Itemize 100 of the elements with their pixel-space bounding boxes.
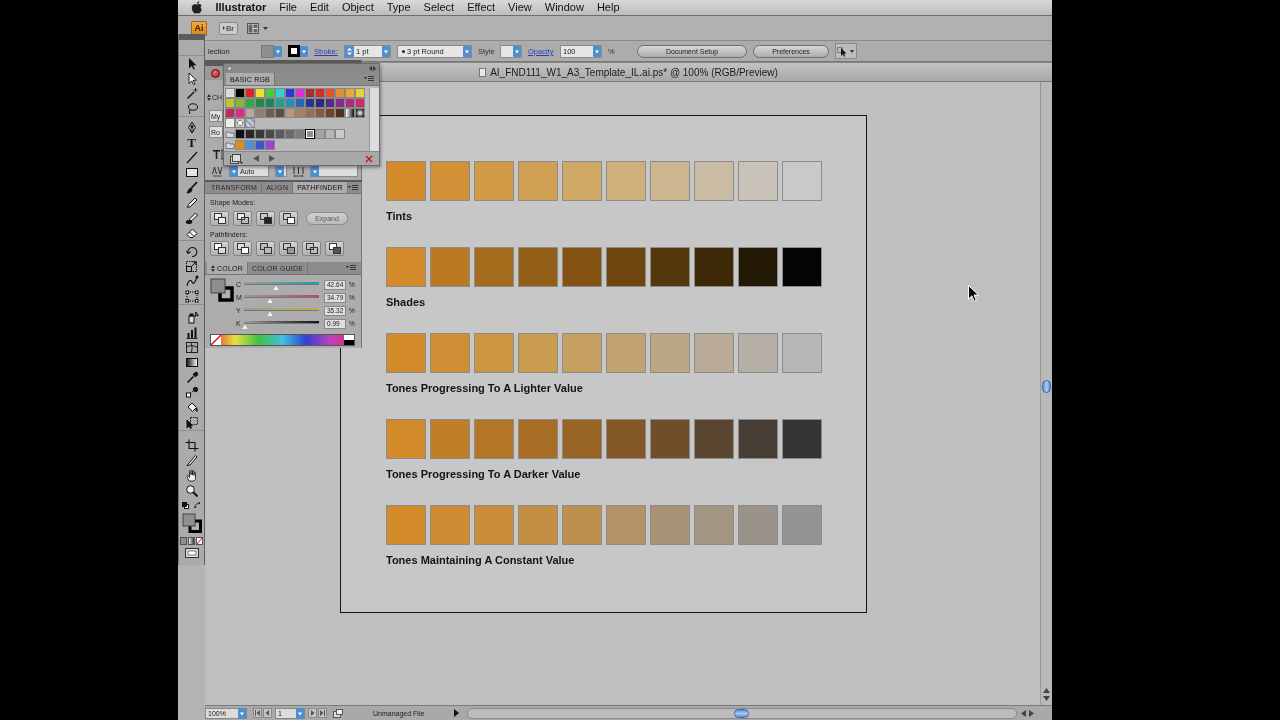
type-tool[interactable]: T bbox=[187, 136, 196, 149]
color-swatch[interactable] bbox=[285, 108, 295, 118]
gradient-icon[interactable] bbox=[184, 356, 199, 369]
triangle-left-icon[interactable] bbox=[263, 708, 272, 718]
pencil-blob-icon[interactable] bbox=[184, 211, 199, 224]
pathfinder-button[interactable] bbox=[279, 241, 298, 256]
color-swatch[interactable] bbox=[335, 108, 345, 118]
triangle-left-icon[interactable] bbox=[253, 155, 259, 162]
skip-back-icon[interactable] bbox=[253, 708, 262, 718]
line-icon[interactable] bbox=[184, 151, 199, 164]
color-swatch[interactable] bbox=[295, 108, 305, 118]
color-swatch[interactable] bbox=[265, 108, 275, 118]
triangle-right-icon[interactable] bbox=[1029, 709, 1034, 717]
color-swatch[interactable] bbox=[305, 98, 315, 108]
color-swatch[interactable] bbox=[335, 129, 345, 139]
color-swatch[interactable] bbox=[235, 88, 245, 98]
color-swatch[interactable] bbox=[275, 88, 285, 98]
color-swatch[interactable] bbox=[335, 88, 345, 98]
menu-item[interactable]: Help bbox=[590, 0, 626, 15]
color-spectrum[interactable] bbox=[210, 334, 355, 346]
color-swatch[interactable] bbox=[325, 98, 335, 108]
color-swatch[interactable] bbox=[275, 129, 285, 139]
layout-button[interactable] bbox=[247, 21, 268, 35]
color-swatch[interactable] bbox=[245, 129, 255, 139]
pathfinder-button[interactable] bbox=[256, 241, 275, 256]
panel-menu-icon[interactable] bbox=[364, 76, 374, 82]
panel-menu-icon[interactable] bbox=[347, 184, 358, 191]
color-swatch[interactable] bbox=[295, 98, 305, 108]
slider-thumb[interactable] bbox=[267, 310, 274, 316]
artboard-icon[interactable] bbox=[333, 708, 343, 718]
triangle-up-icon[interactable] bbox=[1043, 688, 1050, 693]
swatch-library-icon[interactable] bbox=[230, 153, 243, 164]
color-swatch[interactable] bbox=[305, 88, 315, 98]
color-swatch[interactable] bbox=[325, 88, 335, 98]
color-swatch[interactable] bbox=[325, 129, 335, 139]
color-swatch[interactable] bbox=[245, 140, 255, 150]
color-swatch[interactable] bbox=[325, 108, 335, 118]
menu-item[interactable]: View bbox=[501, 0, 539, 15]
resize-squares-icon[interactable] bbox=[184, 260, 199, 273]
triangle-right-icon[interactable] bbox=[308, 708, 317, 718]
menu-item[interactable]: Select bbox=[417, 0, 461, 15]
color-swatch[interactable] bbox=[225, 118, 235, 128]
color-swatch[interactable] bbox=[355, 88, 365, 98]
triangle-right-icon[interactable] bbox=[454, 709, 459, 717]
screen-mode-icon[interactable] bbox=[184, 548, 199, 558]
color-swatch[interactable] bbox=[345, 88, 355, 98]
color-swatch[interactable] bbox=[265, 140, 275, 150]
color-swatch[interactable] bbox=[275, 108, 285, 118]
color-swatch[interactable] bbox=[315, 108, 325, 118]
color-swatch[interactable] bbox=[255, 140, 265, 150]
rotate-arrow-icon[interactable] bbox=[184, 245, 199, 258]
color-swatch[interactable] bbox=[255, 88, 265, 98]
triangle-down-icon[interactable] bbox=[1043, 696, 1050, 701]
menu-item[interactable]: Object bbox=[335, 0, 381, 15]
solid-swatch-icon[interactable] bbox=[180, 537, 187, 545]
color-swatch[interactable] bbox=[285, 88, 295, 98]
shape-mode-button[interactable] bbox=[256, 211, 275, 226]
color-swatch[interactable] bbox=[245, 88, 255, 98]
color-swatch[interactable] bbox=[345, 98, 355, 108]
color-swatch[interactable] bbox=[355, 98, 365, 108]
color-swatch[interactable] bbox=[245, 108, 255, 118]
gradient-swatch-icon[interactable] bbox=[188, 537, 195, 545]
color-swatch[interactable] bbox=[315, 129, 325, 139]
gradient-swatch[interactable] bbox=[355, 108, 365, 118]
default-colors-icon[interactable] bbox=[182, 501, 189, 509]
color-swatch[interactable] bbox=[315, 88, 325, 98]
color-swatch[interactable] bbox=[335, 98, 345, 108]
menu-item[interactable]: Effect bbox=[460, 0, 502, 15]
color-swatch[interactable] bbox=[235, 108, 245, 118]
dashed-select-icon[interactable] bbox=[184, 416, 199, 429]
brush-icon[interactable] bbox=[184, 181, 199, 194]
close-icon[interactable] bbox=[227, 66, 232, 71]
slider-thumb[interactable] bbox=[272, 284, 279, 290]
color-swatch[interactable] bbox=[265, 129, 275, 139]
color-swatch[interactable] bbox=[285, 129, 295, 139]
rectangle-icon[interactable] bbox=[184, 166, 199, 179]
color-swatch[interactable] bbox=[225, 88, 235, 98]
apple-icon[interactable] bbox=[191, 1, 202, 14]
fill-stroke-icon[interactable] bbox=[181, 513, 202, 533]
color-swatch[interactable] bbox=[305, 108, 315, 118]
zoom-icon[interactable] bbox=[184, 484, 199, 497]
crop-icon[interactable] bbox=[184, 439, 199, 452]
fill-dropdown[interactable] bbox=[261, 44, 282, 58]
color-swatch[interactable] bbox=[225, 98, 235, 108]
mesh-grid-icon[interactable] bbox=[184, 341, 199, 354]
horizontal-scrollbar[interactable] bbox=[467, 707, 1017, 719]
color-swatch[interactable] bbox=[255, 129, 265, 139]
color-swatch[interactable] bbox=[315, 98, 325, 108]
bounding-box-icon[interactable] bbox=[184, 290, 199, 303]
panel-menu-icon[interactable] bbox=[346, 265, 356, 271]
square-and-dot-icon[interactable] bbox=[184, 386, 199, 399]
curve-icon[interactable] bbox=[184, 275, 199, 288]
color-swatch[interactable] bbox=[265, 98, 275, 108]
shape-mode-button[interactable] bbox=[233, 211, 252, 226]
br-button[interactable]: Br bbox=[219, 21, 238, 35]
slider-thumb[interactable] bbox=[267, 297, 274, 303]
pathfinder-button[interactable] bbox=[302, 241, 321, 256]
document-title[interactable]: AI_FND111_W1_A3_Template_IL.ai.ps* @ 100% (RGB/Preview) bbox=[490, 66, 778, 78]
swap-arrows-icon[interactable] bbox=[194, 501, 201, 509]
vertical-scrollbar[interactable] bbox=[1040, 82, 1052, 705]
